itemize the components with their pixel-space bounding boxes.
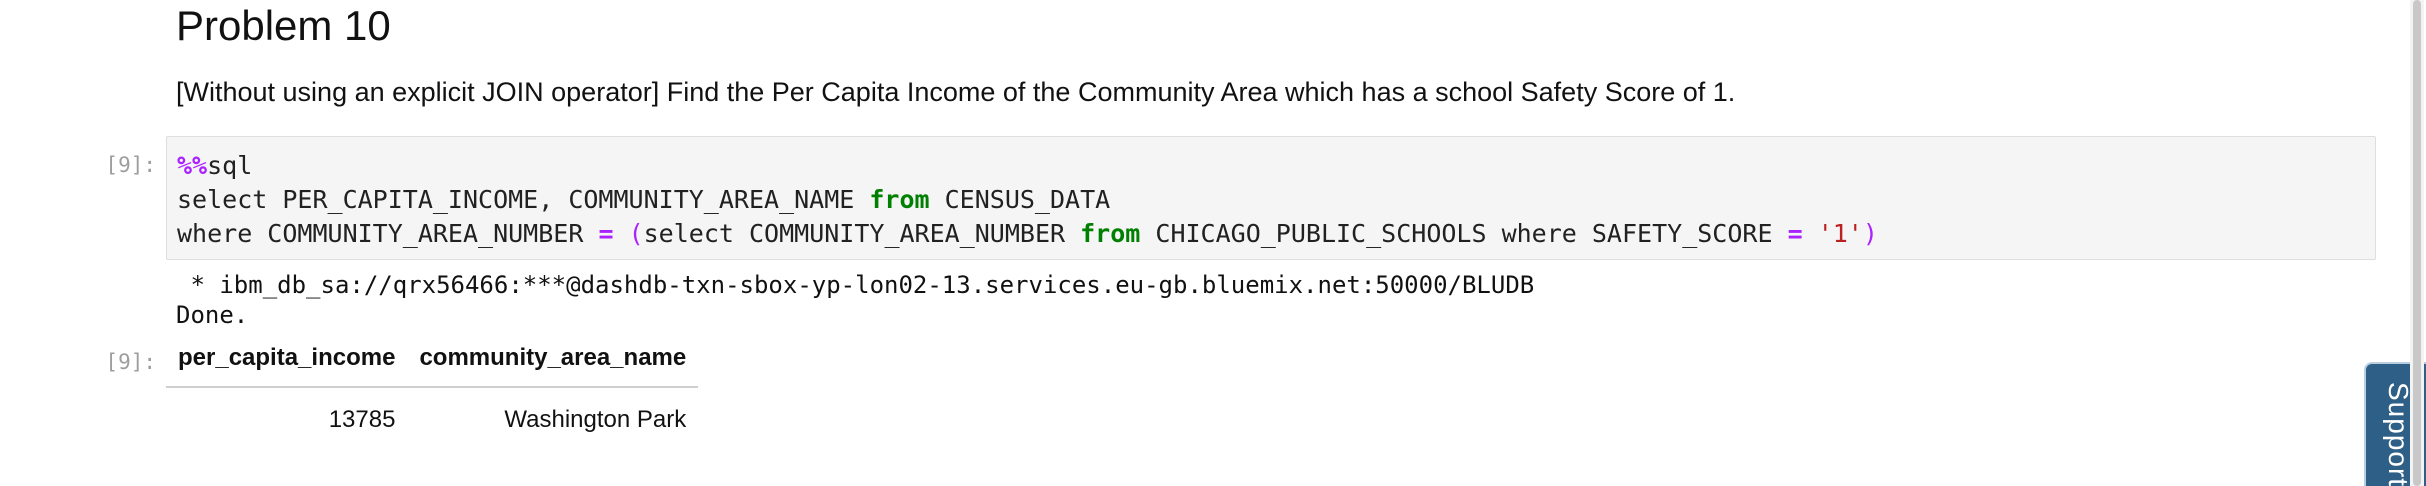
code-cell-editor[interactable]: %%sql select PER_CAPITA_INCOME, COMMUNIT… [166, 136, 2376, 260]
code-text: select PER_CAPITA_INCOME, COMMUNITY_AREA… [177, 185, 870, 214]
code-keyword: from [869, 185, 930, 214]
scrollbar-thumb[interactable] [2413, 0, 2421, 486]
column-header-community-area-name: community_area_name [407, 336, 699, 388]
column-header-per-capita-income: per_capita_income [166, 336, 408, 388]
code-operator: = [598, 219, 614, 248]
code-text: select COMMUNITY_AREA_NUMBER [643, 219, 1081, 248]
cell-output-stream: * ibm_db_sa://qrx56466:***@dashdb-txn-sb… [176, 270, 1534, 330]
code-text: CENSUS_DATA [929, 185, 1111, 214]
problem-heading: Problem 10 [176, 2, 391, 49]
sql-code[interactable]: %%sql select PER_CAPITA_INCOME, COMMUNIT… [177, 149, 1878, 251]
done-text: Done. [176, 301, 249, 329]
code-string: '1' [1817, 219, 1863, 248]
connection-string: * ibm_db_sa://qrx56466:***@dashdb-txn-sb… [176, 271, 1535, 299]
notebook-page: Problem 10 [Without using an explicit JO… [0, 0, 2426, 486]
input-prompt: [9]: [105, 153, 156, 177]
output-prompt: [9]: [105, 350, 156, 374]
code-text: sql [207, 151, 253, 180]
code-paren: ( [628, 219, 644, 248]
vertical-scrollbar[interactable] [2410, 0, 2424, 486]
cell-per-capita-income: 13785 [328, 406, 396, 433]
cell-community-area-name: Washington Park [504, 406, 687, 433]
result-table: per_capita_income community_area_name 13… [166, 336, 699, 442]
code-text: CHICAGO_PUBLIC_SCHOOLS where SAFETY_SCOR… [1140, 219, 1788, 248]
problem-description: [Without using an explicit JOIN operator… [176, 77, 1736, 107]
table-row: 13785 Washington Park [166, 387, 698, 442]
table-header-row: per_capita_income community_area_name [166, 336, 699, 388]
code-paren: ) [1862, 219, 1878, 248]
code-keyword: from [1080, 219, 1141, 248]
code-text: where COMMUNITY_AREA_NUMBER [177, 219, 599, 248]
code-operator: = [1787, 219, 1803, 248]
code-magic: %% [177, 151, 208, 180]
